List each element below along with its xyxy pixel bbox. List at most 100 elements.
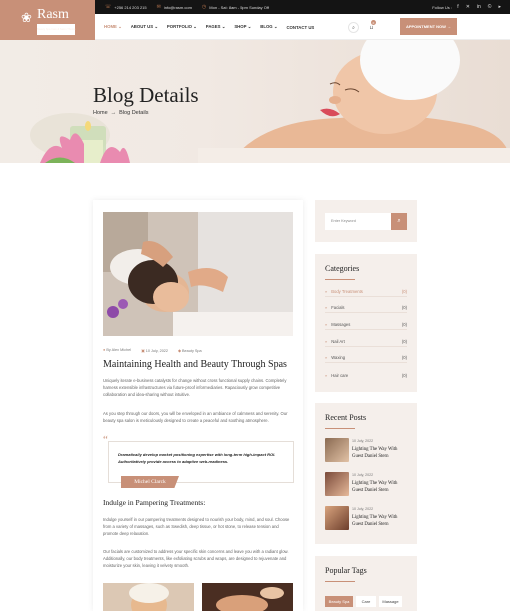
category-item[interactable]: » Body Treatments (0) xyxy=(325,287,407,297)
post-subheading: Indulge in Pampering Treatments: xyxy=(103,498,206,507)
nav-item-shop[interactable]: SHOP ⌄ xyxy=(234,24,251,30)
logo-name: Rasm xyxy=(37,7,69,22)
recent-post-item[interactable]: 10 July, 2022 Lighting The Way With Gues… xyxy=(325,506,407,534)
facebook-icon[interactable]: f xyxy=(457,4,458,10)
category-name: Waxing xyxy=(331,355,346,360)
top-bar: ☏ +256 214 203 215 ✉ info@rasm.com ◷ Mon - … xyxy=(95,0,510,14)
instagram-icon[interactable]: © xyxy=(488,4,492,10)
post-category[interactable]: ◆ Beauty Spa xyxy=(178,348,202,353)
title-underline xyxy=(325,428,355,429)
recent-post-date: 10 July, 2022 xyxy=(352,439,374,443)
email-text: info@rasm.com xyxy=(163,4,192,10)
chevron-icon: » xyxy=(325,372,328,378)
post-date: ▣ 10 July, 2022 xyxy=(141,348,168,353)
category-name: Body Treatments xyxy=(331,289,363,294)
recent-post-thumbnail[interactable] xyxy=(325,438,349,462)
nav-item-portfolio[interactable]: PORTFOLIO ⌄ xyxy=(167,24,197,30)
search-icon[interactable]: ⌕ xyxy=(348,22,359,33)
recent-post-title[interactable]: Lighting The Way With Guest Daniel Stern xyxy=(352,514,407,528)
search-button[interactable]: ⌕ xyxy=(391,213,407,230)
category-item[interactable]: » Massages (0) xyxy=(325,320,407,330)
logo-tagline: Beauty Spa Care & Salon Theme xyxy=(37,24,76,35)
post-author-text: By Alex Michel xyxy=(106,348,132,352)
hero-image xyxy=(30,40,510,163)
cart-count-badge: 0 xyxy=(371,20,376,25)
category-item[interactable]: » Nail Art (0) xyxy=(325,337,407,347)
category-name: Massages xyxy=(331,322,351,327)
chevron-icon: » xyxy=(325,339,328,344)
categories-title: Categories xyxy=(325,264,360,273)
post-paragraph-2: As you step through our doors, you will … xyxy=(103,411,288,423)
post-paragraph-3: Indulge yourself in our pampering treatm… xyxy=(103,517,290,536)
chevron-icon: » xyxy=(325,305,328,310)
recent-post-item[interactable]: 10 July, 2022 Lighting The Way With Gues… xyxy=(325,472,407,500)
main-nav: HOME ⌄ ABOUT US ⌄ PORTFOLIO ⌄ PAGES ⌄ SH… xyxy=(95,14,510,40)
arrow-right-icon: → xyxy=(110,110,117,116)
popular-tags-title: Popular Tags xyxy=(325,566,367,575)
nav-item-pages[interactable]: PAGES ⌄ xyxy=(206,24,226,30)
title-underline xyxy=(325,581,355,582)
page-title: Blog Details xyxy=(93,83,199,107)
category-count: (0) xyxy=(401,355,407,360)
breadcrumb: Home → Blog Details xyxy=(93,110,149,116)
category-count: (0) xyxy=(401,289,407,294)
post-date-text: 10 July, 2022 xyxy=(145,349,169,353)
category-item[interactable]: » Waxing (0) xyxy=(325,353,407,363)
phone-text: +256 214 203 215 xyxy=(114,4,147,10)
category-name: Nail Art xyxy=(331,339,345,344)
recent-post-title[interactable]: Lighting The Way With Guest Daniel Stern xyxy=(352,446,407,460)
chevron-icon: » xyxy=(325,355,328,360)
twitter-icon[interactable]: ✕ xyxy=(466,4,470,10)
blockquote-text: Dramatically develop market positioning … xyxy=(118,452,276,464)
recent-posts-title: Recent Posts xyxy=(325,413,367,422)
post-meta: ● By Alex Michel ▣ 10 July, 2022 ◆ Beaut… xyxy=(103,348,202,353)
post-category-text: Beauty Spa xyxy=(182,349,202,353)
phone-info[interactable]: ☏ +256 214 203 215 xyxy=(105,4,147,10)
search-icon: ⌕ xyxy=(397,218,401,224)
breadcrumb-current: Blog Details xyxy=(119,110,149,116)
tag-beauty-spa[interactable]: Beauty Spa xyxy=(325,596,353,607)
category-count: (0) xyxy=(401,305,407,310)
quote-author: Michel Clarck xyxy=(121,476,179,488)
hours-info: ◷ Mon - Sat: 8am - 5pm Sunday Off xyxy=(202,4,269,10)
mail-icon: ✉ xyxy=(156,4,161,10)
post-title: Maintaining Health and Beauty Through Sp… xyxy=(103,359,287,370)
logo[interactable]: ❀ Rasm Beauty Spa Care & Salon Theme xyxy=(0,0,95,40)
email-info[interactable]: ✉ info@rasm.com xyxy=(157,4,192,10)
recent-post-date: 10 July, 2022 xyxy=(352,507,374,511)
post-gallery-image-2 xyxy=(202,583,293,611)
breadcrumb-home[interactable]: Home xyxy=(93,110,108,116)
recent-post-thumbnail[interactable] xyxy=(325,472,349,496)
nav-menu: HOME ⌄ ABOUT US ⌄ PORTFOLIO ⌄ PAGES ⌄ SH… xyxy=(104,14,314,40)
nav-item-about[interactable]: ABOUT US ⌄ xyxy=(131,24,158,30)
recent-post-title[interactable]: Lighting The Way With Guest Daniel Stern xyxy=(352,480,407,494)
nav-item-blog[interactable]: BLOG ⌄ xyxy=(260,24,277,30)
tag-care[interactable]: Care xyxy=(356,596,376,607)
post-gallery-image-1 xyxy=(103,583,194,611)
category-item[interactable]: » Facials (0) xyxy=(325,303,407,313)
post-author[interactable]: ● By Alex Michel xyxy=(103,348,131,353)
youtube-icon[interactable]: ▸ xyxy=(498,4,501,10)
hours-text: Mon - Sat: 8am - 5pm Sunday Off xyxy=(209,4,270,10)
clock-icon: ◷ xyxy=(201,4,207,10)
category-name: Hair care xyxy=(331,372,349,378)
search-widget: Enter Keyword ⌕ xyxy=(315,200,417,242)
nav-item-home[interactable]: HOME ⌄ xyxy=(104,24,122,30)
social-links: f ✕ in © ▸ xyxy=(457,0,501,14)
nav-item-contact[interactable]: CONTACT US xyxy=(286,25,314,30)
category-item[interactable]: » Hair care (0) xyxy=(325,370,407,380)
post-paragraph-4: Our facials are customized to address yo… xyxy=(103,549,289,568)
recent-posts-widget: Recent Posts 10 July, 2022 Lighting The … xyxy=(315,403,417,544)
appointment-button[interactable]: APPOINTMENT NOW → xyxy=(400,18,457,35)
lotus-icon: ❀ xyxy=(21,10,32,25)
search-input[interactable]: Enter Keyword xyxy=(325,213,391,230)
recent-post-item[interactable]: 10 July, 2022 Lighting The Way With Gues… xyxy=(325,438,407,466)
linkedin-icon[interactable]: in xyxy=(477,4,481,10)
title-underline xyxy=(325,279,355,280)
page-hero: Blog Details Home → Blog Details xyxy=(0,40,510,163)
category-count: (0) xyxy=(401,339,407,344)
recent-post-thumbnail[interactable] xyxy=(325,506,349,530)
phone-icon: ☏ xyxy=(105,4,112,10)
category-count: (0) xyxy=(401,322,407,327)
tag-massage[interactable]: Massage xyxy=(379,596,402,607)
